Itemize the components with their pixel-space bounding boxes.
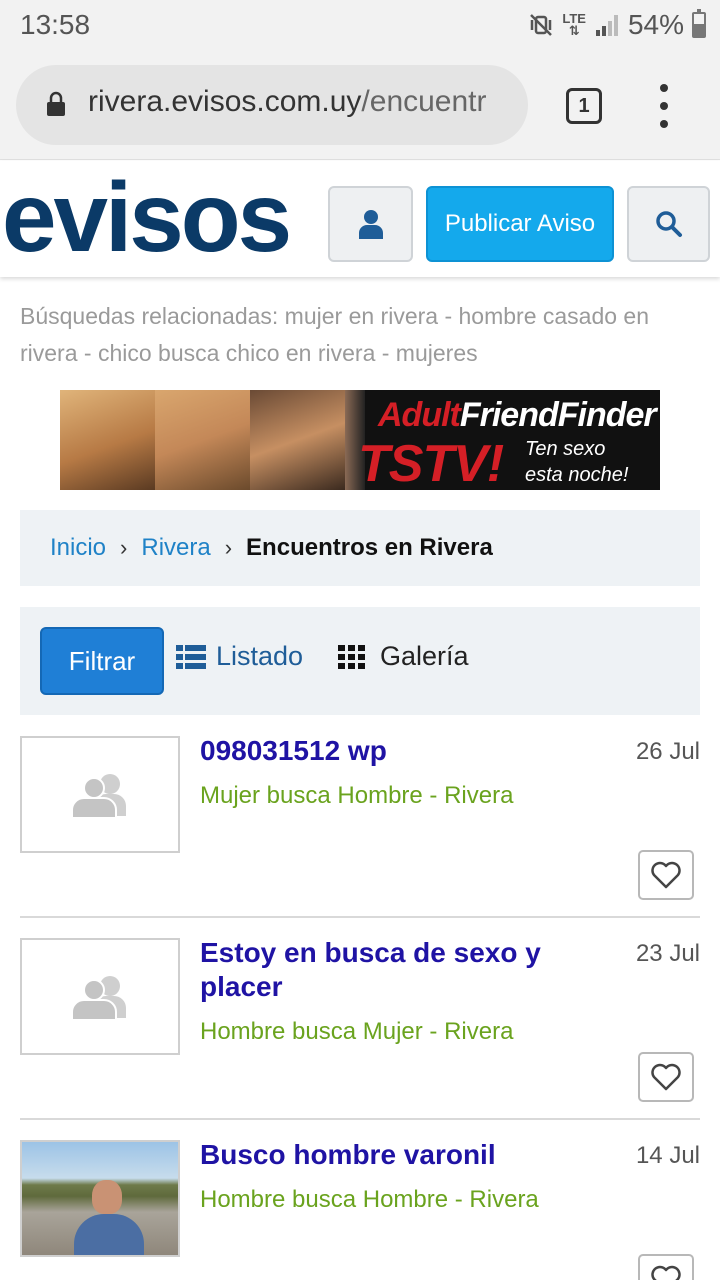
battery-percent: 54%	[627, 9, 684, 40]
favorite-button[interactable]	[638, 1052, 694, 1102]
browser-menu-icon[interactable]	[654, 84, 674, 128]
ad-banner[interactable]: AdultFriendFinder TSTV! Ten sexo esta no…	[60, 390, 660, 490]
listing-date: 26 Jul	[635, 738, 700, 765]
filter-button[interactable]: Filtrar	[40, 627, 164, 695]
gallery-view-label: Galería	[380, 641, 469, 671]
listing-photo	[22, 1142, 178, 1255]
ad-photo	[60, 390, 155, 490]
filter-bar: Filtrar Listado Galería	[20, 607, 700, 715]
list-view-toggle[interactable]: Listado	[176, 641, 303, 672]
listing-title[interactable]: Estoy en busca de sexo y placer	[200, 936, 590, 1004]
breadcrumb-home[interactable]: Inicio	[50, 534, 106, 562]
breadcrumb-region[interactable]: Rivera	[141, 534, 210, 562]
listing-item[interactable]: Estoy en busca de sexo y placer Hombre b…	[20, 918, 700, 1120]
publish-ad-button[interactable]: Publicar Aviso	[426, 186, 614, 262]
lock-icon	[47, 91, 65, 116]
url-text: rivera.evisos.com.uy/encuentr	[88, 85, 487, 118]
breadcrumb-current: Encuentros en Rivera	[246, 534, 493, 561]
ad-headline: TSTV!	[358, 435, 504, 490]
ad-photo	[155, 390, 250, 490]
grid-icon	[338, 644, 365, 669]
chevron-right-icon: ›	[120, 535, 128, 560]
listing-title[interactable]: Busco hombre varonil	[200, 1138, 590, 1172]
heart-icon	[651, 861, 681, 889]
data-arrows-icon: ⇅	[568, 23, 580, 38]
users-placeholder-icon	[71, 975, 126, 1020]
ad-tagline: Ten sexo esta noche!	[525, 438, 629, 486]
vibrate-mute-icon	[530, 14, 553, 36]
browser-toolbar: rivera.evisos.com.uy/encuentr 1	[0, 50, 720, 160]
list-icon	[176, 644, 206, 669]
status-bar: 13:58 LTE ⇅ 54%	[0, 0, 720, 50]
gallery-view-toggle[interactable]: Galería	[338, 641, 469, 672]
account-button[interactable]	[328, 186, 413, 262]
chevron-right-icon: ›	[224, 535, 233, 560]
user-icon	[358, 210, 383, 239]
listing-item[interactable]: 098031512 wp Mujer busca Hombre - Rivera…	[20, 716, 700, 918]
related-searches[interactable]: Búsquedas relacionadas: mujer en rivera …	[20, 298, 700, 372]
listing-category[interactable]: Mujer busca Hombre - Rivera	[200, 782, 513, 810]
search-icon	[655, 211, 682, 237]
search-button[interactable]	[627, 186, 710, 262]
signal-icon	[595, 15, 618, 36]
listing-date: 14 Jul	[635, 1142, 700, 1169]
users-placeholder-icon	[71, 773, 126, 818]
listing-item[interactable]: Busco hombre varonil Hombre busca Hombre…	[20, 1120, 700, 1280]
listing-category[interactable]: Hombre busca Mujer - Rivera	[200, 1018, 513, 1046]
ad-brand: AdultFriendFinder	[378, 396, 657, 434]
ad-photo	[250, 390, 345, 490]
listing-category[interactable]: Hombre busca Hombre - Rivera	[200, 1186, 539, 1214]
address-bar[interactable]: rivera.evisos.com.uy/encuentr	[16, 65, 528, 145]
tab-switcher-icon[interactable]: 1	[566, 88, 602, 124]
network-type: LTE ⇅	[562, 11, 586, 38]
listing-title[interactable]: 098031512 wp	[200, 734, 590, 768]
listing-thumbnail[interactable]	[20, 736, 180, 853]
favorite-button[interactable]	[638, 850, 694, 900]
site-header: evisos Publicar Aviso	[0, 161, 720, 277]
heart-icon	[651, 1063, 681, 1091]
heart-icon	[651, 1265, 681, 1280]
status-icons: LTE ⇅ 54%	[528, 9, 706, 41]
favorite-button[interactable]	[638, 1254, 694, 1280]
listing-thumbnail[interactable]	[20, 938, 180, 1055]
status-time: 13:58	[20, 9, 91, 40]
breadcrumb: Inicio › Rivera › Encuentros en Rivera	[20, 510, 700, 586]
list-view-label: Listado	[216, 641, 304, 671]
listing-date: 23 Jul	[635, 940, 700, 967]
battery-icon	[692, 9, 706, 38]
site-logo[interactable]: evisos	[2, 167, 292, 267]
listing-thumbnail[interactable]	[20, 1140, 180, 1257]
